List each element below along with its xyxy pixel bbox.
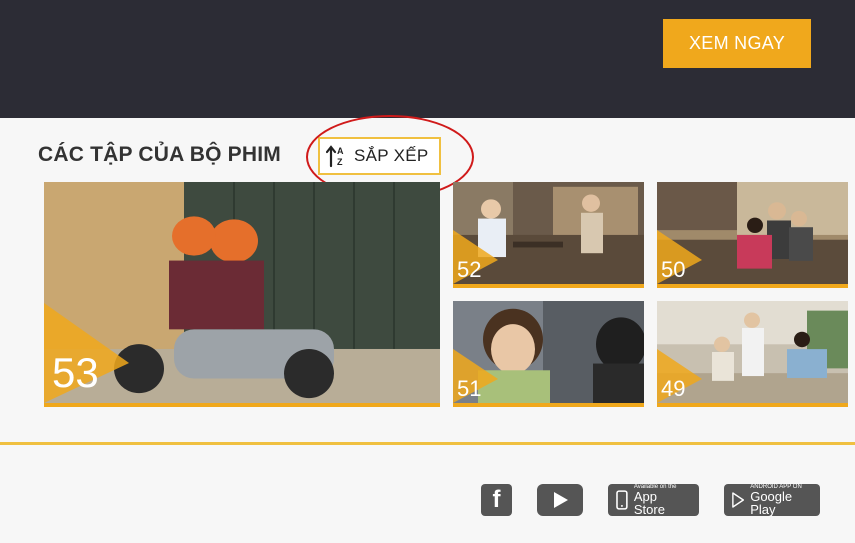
svg-text:Z: Z — [337, 157, 343, 167]
facebook-icon[interactable]: f — [481, 484, 512, 516]
phone-icon — [616, 490, 628, 510]
episode-number: 51 — [457, 376, 482, 401]
app-store-label: App Store — [633, 489, 665, 517]
top-banner: XEM NGAY — [0, 0, 855, 118]
sort-label: SẮP XẾP — [354, 146, 429, 165]
svg-text:A: A — [337, 146, 344, 156]
google-play-badge[interactable]: ANDROID APP ON Google Play — [724, 484, 820, 516]
app-store-badge[interactable]: Available on the App Store — [608, 484, 699, 516]
google-play-label: Google Play — [750, 489, 793, 517]
google-play-icon — [732, 492, 745, 508]
episode-number: 50 — [661, 257, 686, 282]
episode-card-49[interactable]: 49 — [657, 301, 848, 407]
sort-a-z-icon: A Z — [326, 145, 344, 168]
footer-divider — [0, 442, 855, 445]
episode-number: 53 — [52, 349, 99, 396]
section-title: CÁC TẬP CỦA BỘ PHIM — [38, 143, 281, 166]
episode-card-53[interactable]: 53 — [44, 182, 440, 407]
sort-button[interactable]: A Z SẮP XẾP — [318, 137, 441, 175]
episode-number: 49 — [661, 376, 686, 401]
watch-now-button[interactable]: XEM NGAY — [663, 19, 811, 68]
episode-card-51[interactable]: 51 — [453, 301, 644, 407]
episode-card-52[interactable]: 52 — [453, 182, 644, 288]
youtube-icon[interactable] — [537, 484, 583, 516]
play-icon — [554, 492, 568, 508]
episode-number: 52 — [457, 257, 482, 282]
episode-card-50[interactable]: 50 — [657, 182, 848, 288]
